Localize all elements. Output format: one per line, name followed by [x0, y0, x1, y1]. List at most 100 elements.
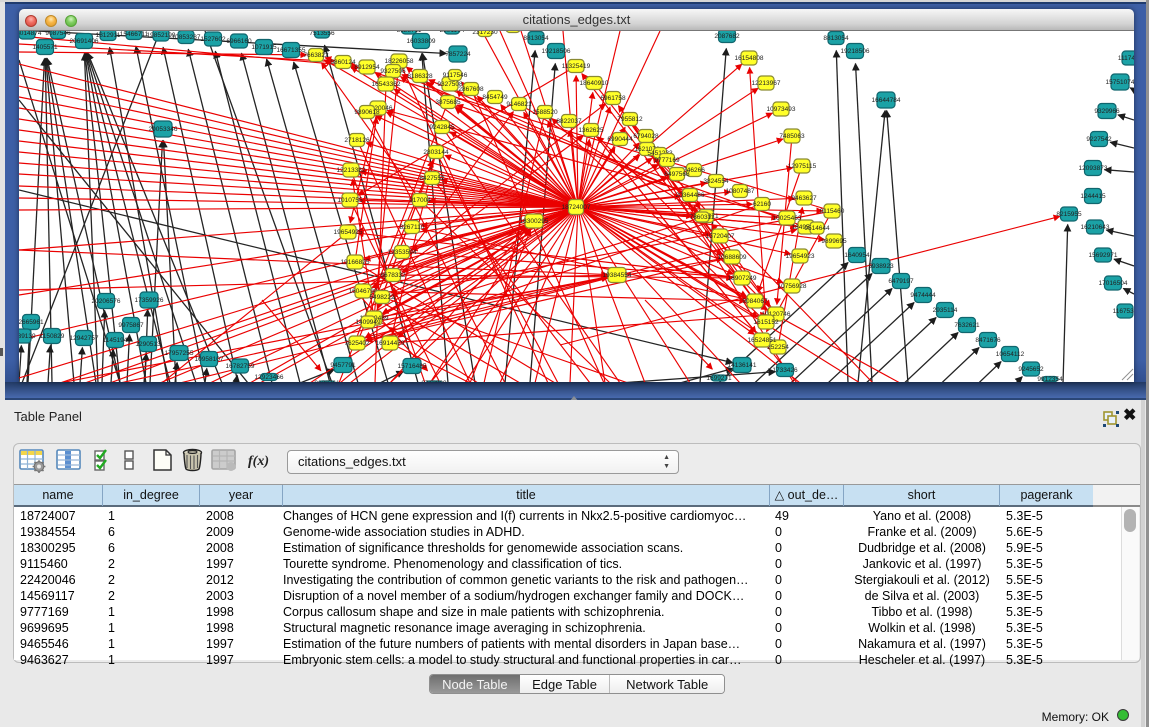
svg-text:18907249: 18907249 [728, 275, 757, 282]
svg-text:9327506: 9327506 [380, 68, 406, 75]
svg-text:1588520: 1588520 [532, 109, 558, 116]
svg-text:8454749: 8454749 [482, 94, 508, 101]
svg-text:917004: 917004 [409, 197, 431, 204]
svg-text:19218506: 19218506 [542, 48, 571, 55]
svg-text:7860311: 7860311 [690, 214, 715, 221]
svg-text:16671355: 16671355 [277, 47, 306, 54]
svg-text:9890618: 9890618 [354, 109, 380, 116]
svg-text:8267110: 8267110 [400, 224, 425, 231]
svg-text:16524851: 16524851 [748, 337, 777, 344]
svg-text:20364486: 20364486 [676, 192, 705, 199]
svg-text:5938923: 5938923 [868, 263, 894, 270]
svg-text:6990444: 6990444 [607, 136, 633, 143]
svg-text:9860124: 9860124 [330, 59, 356, 66]
svg-text:2317230: 2317230 [472, 31, 498, 36]
svg-text:7513556: 7513556 [309, 31, 335, 37]
svg-text:252254: 252254 [767, 344, 789, 351]
svg-text:2665961: 2665961 [19, 319, 44, 326]
svg-text:9087546: 9087546 [45, 31, 71, 37]
svg-text:7955812: 7955812 [617, 116, 643, 123]
svg-text:6497568: 6497568 [664, 171, 690, 178]
svg-text:16154808: 16154808 [735, 55, 764, 62]
svg-text:1010755: 1010755 [337, 197, 363, 204]
svg-text:14136141: 14136141 [728, 362, 757, 369]
svg-text:16782759: 16782759 [226, 363, 255, 370]
svg-text:9457791: 9457791 [330, 362, 356, 369]
svg-text:9463627: 9463627 [791, 195, 817, 202]
svg-text:19654923: 19654923 [786, 253, 815, 260]
svg-text:9117546: 9117546 [443, 72, 468, 79]
svg-text:10853287: 10853287 [172, 34, 201, 41]
svg-text:9514644: 9514644 [804, 225, 830, 232]
svg-text:8822037: 8822037 [556, 118, 582, 125]
svg-text:f(x): f(x) [248, 454, 269, 469]
svg-text:7485063: 7485063 [779, 133, 805, 140]
svg-text:5498222: 5498222 [369, 294, 395, 301]
svg-text:20691406: 20691406 [70, 38, 99, 45]
svg-text:17957255: 17957255 [165, 350, 194, 357]
svg-text:9329966: 9329966 [1094, 108, 1120, 115]
svg-text:62160: 62160 [753, 201, 771, 208]
svg-text:10958107: 10958107 [195, 356, 224, 363]
svg-text:10756928: 10756928 [778, 283, 807, 290]
svg-text:6794028: 6794028 [633, 133, 659, 140]
svg-text:9777169: 9777169 [654, 157, 680, 164]
svg-text:17016504: 17016504 [1099, 280, 1128, 287]
svg-text:12093873: 12093873 [1079, 165, 1108, 172]
svg-text:8427552: 8427552 [419, 175, 445, 182]
svg-text:3824554: 3824554 [703, 178, 729, 185]
svg-text:8813054: 8813054 [823, 35, 849, 42]
svg-text:12942757: 12942757 [70, 335, 99, 342]
svg-text:8186328: 8186328 [407, 73, 433, 80]
svg-text:15716485: 15716485 [398, 363, 427, 370]
svg-text:8813054: 8813054 [523, 35, 549, 42]
svg-text:1640954: 1640954 [844, 252, 870, 259]
svg-text:9245652: 9245652 [1018, 366, 1044, 373]
svg-text:10654112: 10654112 [996, 351, 1025, 358]
svg-text:15466711: 15466711 [120, 31, 149, 38]
svg-text:1527602: 1527602 [200, 36, 226, 43]
svg-text:12975115: 12975115 [788, 163, 817, 170]
svg-text:10973493: 10973493 [767, 106, 796, 113]
svg-text:15751074: 15751074 [1106, 79, 1134, 86]
svg-text:3875685: 3875685 [435, 99, 461, 106]
svg-text:1733426: 1733426 [772, 367, 798, 374]
svg-text:1409949: 1409949 [355, 319, 381, 326]
svg-text:16210643: 16210643 [1081, 224, 1110, 231]
svg-text:15720407: 15720407 [706, 233, 735, 240]
svg-text:1167534: 1167534 [1113, 308, 1134, 315]
svg-text:18300295: 18300295 [520, 218, 549, 225]
svg-text:1071915: 1071915 [251, 44, 277, 51]
svg-text:1362625: 1362625 [578, 127, 604, 134]
svg-text:7857224: 7857224 [445, 51, 471, 58]
svg-text:18640910: 18640910 [580, 80, 609, 87]
svg-text:1939139: 1939139 [19, 333, 36, 340]
svg-text:12213382: 12213382 [337, 167, 366, 174]
svg-text:8678332: 8678332 [380, 272, 406, 279]
svg-text:2291164: 2291164 [440, 31, 465, 34]
svg-text:1812911: 1812911 [96, 32, 121, 39]
svg-text:15692971: 15692971 [1089, 252, 1118, 259]
svg-text:19384554: 19384554 [603, 272, 632, 279]
svg-text:16543362: 16543362 [372, 81, 401, 88]
svg-text:8912954: 8912954 [354, 64, 380, 71]
svg-text:9146821: 9146821 [506, 101, 532, 108]
svg-text:2935114: 2935114 [933, 307, 958, 314]
svg-text:8065432: 8065432 [500, 31, 526, 33]
svg-text:17359926: 17359926 [135, 297, 164, 304]
svg-text:8712999: 8712999 [421, 380, 447, 382]
svg-text:2718126: 2718126 [344, 137, 370, 144]
svg-text:6961758: 6961758 [600, 95, 626, 102]
svg-text:6966160: 6966160 [226, 38, 252, 45]
svg-text:20206576: 20206576 [92, 298, 121, 305]
svg-text:9115460: 9115460 [820, 208, 845, 215]
svg-text:16033809: 16033809 [407, 38, 436, 45]
svg-text:1290513: 1290513 [135, 341, 161, 348]
svg-text:12213967: 12213967 [752, 80, 781, 87]
svg-text:7632621: 7632621 [954, 322, 980, 329]
svg-text:20053346: 20053346 [149, 126, 178, 133]
svg-text:10688609: 10688609 [718, 254, 747, 261]
svg-text:19654925: 19654925 [334, 229, 363, 236]
svg-text:9084067: 9084067 [742, 298, 768, 305]
svg-text:10025463: 10025463 [773, 215, 802, 222]
